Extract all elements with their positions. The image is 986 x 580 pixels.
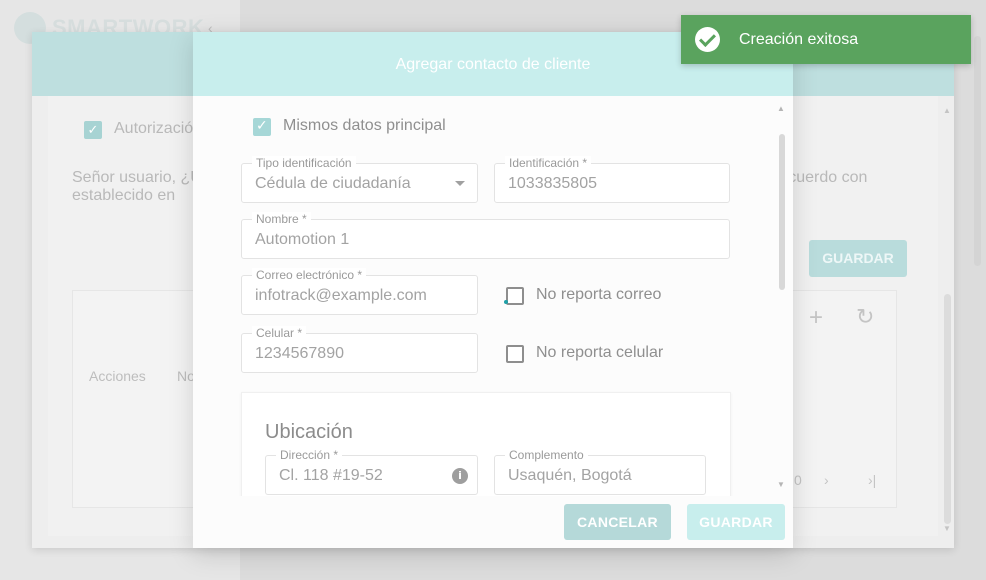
cancel-button[interactable]: CANCELAR [564,504,671,540]
mobile-label: Celular * [252,326,307,340]
name-field[interactable]: Nombre * Automotion 1 [241,212,730,259]
name-label: Nombre * [252,212,311,226]
identification-value: 1033835805 [508,175,597,192]
no-email-checkbox[interactable] [506,287,524,305]
modal-body: Mismos datos principal Tipo identificaci… [217,96,755,496]
authorization-label: Autorizació [114,120,194,137]
complement-label: Complemento [505,448,588,462]
identification-field[interactable]: Identificación * 1033835805 [494,156,730,203]
address-value: Cl. 118 #19-52 [279,467,383,484]
background-save-button[interactable]: GUARDAR [809,240,907,277]
location-title: Ubicación [265,421,353,443]
scroll-up-icon[interactable]: ▲ [777,104,785,113]
toast-message: Creación exitosa [739,31,859,48]
add-icon[interactable]: + [809,304,823,332]
authorization-checkbox[interactable]: ✓ [84,121,102,139]
same-data-checkbox[interactable] [253,118,271,136]
page-scrollbar[interactable] [974,36,981,266]
scroll-down-icon[interactable]: ▼ [943,524,951,533]
email-value: infotrack@example.com [255,287,427,304]
save-button[interactable]: GUARDAR [687,504,785,540]
email-label: Correo electrónico * [252,268,367,282]
mobile-field[interactable]: Celular * 1234567890 [241,326,478,373]
complement-value: Usaquén, Bogotá [508,467,632,484]
pagination-count: 0 [794,472,802,488]
add-contact-modal: Agregar contacto de cliente Mismos datos… [193,32,793,548]
no-mobile-label: No reporta celular [536,344,664,361]
last-page-icon[interactable]: ›| [868,472,876,488]
next-page-icon[interactable]: › [824,472,829,488]
id-type-value: Cédula de ciudadanía [255,175,411,192]
scrollbar-thumb[interactable] [779,134,785,290]
identification-label: Identificación * [505,156,592,170]
id-type-select[interactable]: Tipo identificación Cédula de ciudadanía [241,156,478,203]
scroll-up-icon[interactable]: ▲ [943,106,951,115]
same-data-label: Mismos datos principal [283,117,446,134]
info-icon[interactable]: i [452,468,468,484]
refresh-icon[interactable]: ↻ [856,304,874,330]
scroll-down-icon[interactable]: ▼ [777,480,785,489]
mobile-value: 1234567890 [255,345,344,362]
no-mobile-checkbox[interactable] [506,345,524,363]
address-field[interactable]: Dirección * Cl. 118 #19-52 i [265,448,478,495]
id-type-label: Tipo identificación [252,156,356,170]
focus-ripple [504,300,508,304]
scrollbar-thumb[interactable] [944,294,951,524]
background-scrollbar[interactable]: ▲ ▼ [941,104,953,534]
email-field[interactable]: Correo electrónico * infotrack@example.c… [241,268,478,315]
no-email-label: No reporta correo [536,286,662,303]
dropdown-caret-icon [455,181,465,186]
table-header-actions: Acciones [89,368,146,384]
modal-scrollbar[interactable]: ▲ ▼ [776,102,788,492]
check-circle-icon [695,27,720,52]
address-label: Dirección * [276,448,343,462]
success-toast[interactable]: Creación exitosa [681,15,971,64]
complement-field[interactable]: Complemento Usaquén, Bogotá [494,448,706,495]
name-value: Automotion 1 [255,231,350,248]
